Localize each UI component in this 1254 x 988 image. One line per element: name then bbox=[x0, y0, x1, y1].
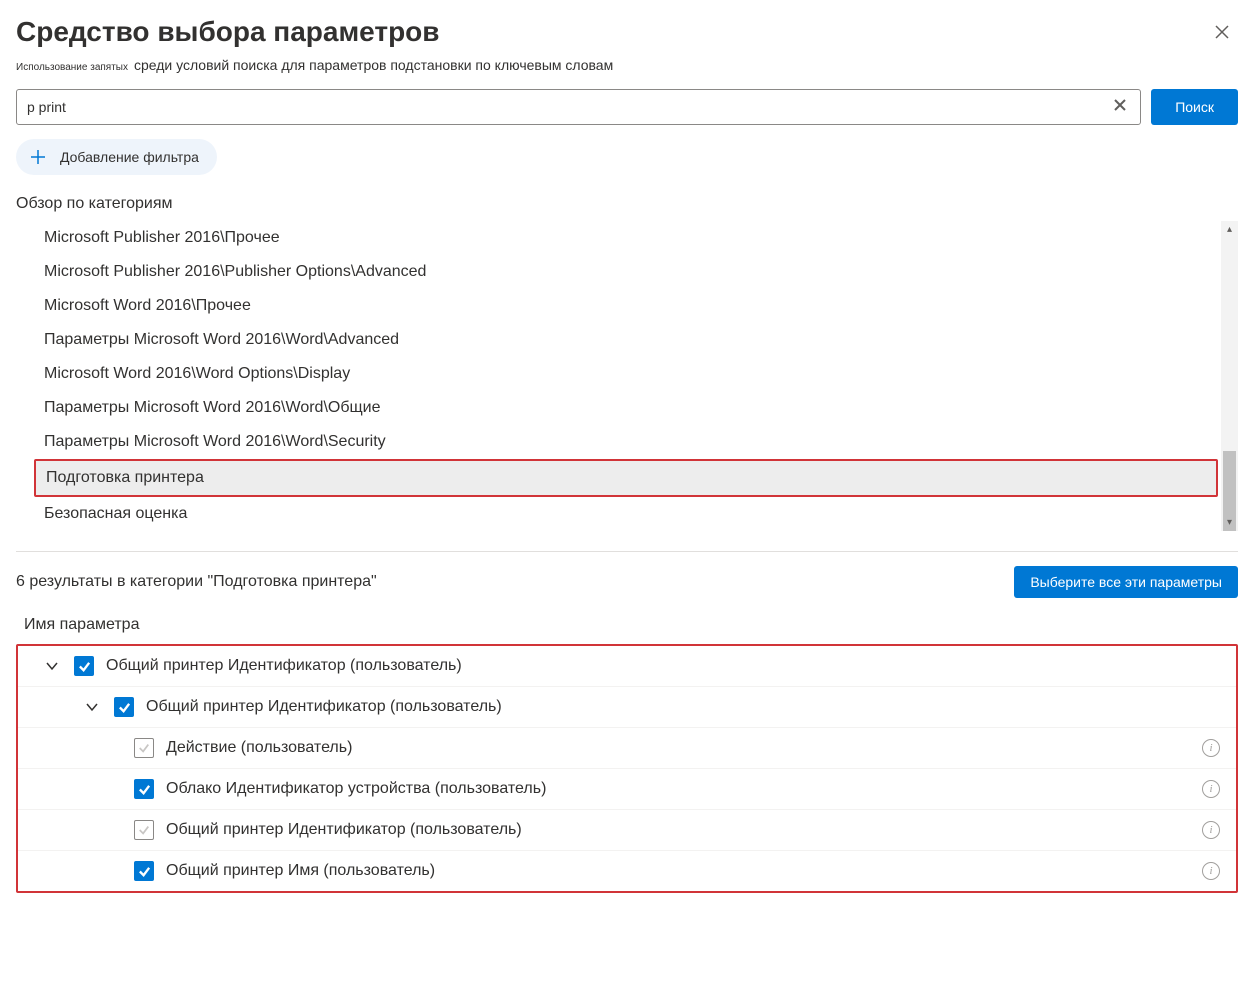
close-icon bbox=[1214, 24, 1230, 40]
plus-icon bbox=[26, 145, 50, 169]
info-icon[interactable]: i bbox=[1202, 821, 1220, 839]
info-icon[interactable]: i bbox=[1202, 780, 1220, 798]
tree-row-label: Общий принтер Идентификатор (пользовател… bbox=[106, 657, 1224, 675]
scroll-up-arrow-icon[interactable]: ▴ bbox=[1221, 221, 1238, 238]
clear-search-button[interactable] bbox=[1110, 94, 1130, 120]
checkbox[interactable] bbox=[134, 738, 154, 758]
browse-categories-label: Обзор по категориям bbox=[16, 195, 1238, 213]
tree-row[interactable]: Общий принтер Имя (пользователь) i bbox=[18, 851, 1236, 891]
category-item[interactable]: Microsoft Publisher 2016\Прочее bbox=[34, 221, 1218, 255]
select-all-button[interactable]: Выберите все эти параметры bbox=[1014, 566, 1238, 598]
checkbox[interactable] bbox=[134, 820, 154, 840]
dialog-subtitle: Использование запятых среди условий поис… bbox=[16, 57, 1238, 73]
category-item[interactable]: Параметры Microsoft Word 2016\Word\Secur… bbox=[34, 425, 1218, 459]
search-box[interactable] bbox=[16, 89, 1141, 125]
settings-tree: Общий принтер Идентификатор (пользовател… bbox=[16, 644, 1238, 893]
category-list: Microsoft Publisher 2016\ПрочееMicrosoft… bbox=[16, 221, 1238, 531]
dialog-title: Средство выбора параметров bbox=[16, 16, 440, 48]
results-count-text: 6 результаты в категории "Подготовка при… bbox=[16, 573, 377, 591]
tree-row-label: Действие (пользователь) bbox=[166, 739, 1190, 757]
category-item[interactable]: Параметры Microsoft Word 2016\Word\Общие bbox=[34, 391, 1218, 425]
close-button[interactable] bbox=[1206, 16, 1238, 51]
tree-row[interactable]: Общий принтер Идентификатор (пользовател… bbox=[18, 646, 1236, 687]
checkbox[interactable] bbox=[74, 656, 94, 676]
info-icon[interactable]: i bbox=[1202, 739, 1220, 757]
tree-row[interactable]: Действие (пользователь) i bbox=[18, 728, 1236, 769]
tree-row-label: Облако Идентификатор устройства (пользов… bbox=[166, 780, 1190, 798]
category-item[interactable]: Microsoft Word 2016\Word Options\Display bbox=[34, 357, 1218, 391]
category-item[interactable]: Параметры Microsoft Word 2016\Word\Advan… bbox=[34, 323, 1218, 357]
checkbox[interactable] bbox=[134, 779, 154, 799]
chevron-down-icon[interactable] bbox=[42, 656, 62, 676]
tree-row[interactable]: Общий принтер Идентификатор (пользовател… bbox=[18, 810, 1236, 851]
tree-row[interactable]: Общий принтер Идентификатор (пользовател… bbox=[18, 687, 1236, 728]
checkbox[interactable] bbox=[134, 861, 154, 881]
close-icon bbox=[1114, 99, 1126, 111]
add-filter-label: Добавление фильтра bbox=[60, 149, 199, 165]
info-icon[interactable]: i bbox=[1202, 862, 1220, 880]
scrollbar[interactable]: ▴ ▾ bbox=[1221, 221, 1238, 531]
tree-row-label: Общий принтер Идентификатор (пользовател… bbox=[146, 698, 1224, 716]
subtitle-rest: среди условий поиска для параметров подс… bbox=[134, 57, 613, 73]
search-button[interactable]: Поиск bbox=[1151, 89, 1238, 125]
search-input[interactable] bbox=[27, 99, 1110, 115]
scroll-down-arrow-icon[interactable]: ▾ bbox=[1221, 514, 1238, 531]
tree-row-label: Общий принтер Имя (пользователь) bbox=[166, 862, 1190, 880]
category-item[interactable]: Подготовка принтера bbox=[34, 459, 1218, 497]
subtitle-prefix: Использование запятых bbox=[16, 62, 128, 73]
category-item[interactable]: Microsoft Publisher 2016\Publisher Optio… bbox=[34, 255, 1218, 289]
setting-name-column-header: Имя параметра bbox=[16, 616, 1238, 634]
tree-row-label: Общий принтер Идентификатор (пользовател… bbox=[166, 821, 1190, 839]
chevron-down-icon[interactable] bbox=[82, 697, 102, 717]
checkbox[interactable] bbox=[114, 697, 134, 717]
tree-row[interactable]: Облако Идентификатор устройства (пользов… bbox=[18, 769, 1236, 810]
divider bbox=[16, 551, 1238, 552]
category-item[interactable]: Microsoft Word 2016\Прочее bbox=[34, 289, 1218, 323]
category-item[interactable]: Безопасная оценка bbox=[34, 497, 1218, 531]
add-filter-button[interactable]: Добавление фильтра bbox=[16, 139, 217, 175]
